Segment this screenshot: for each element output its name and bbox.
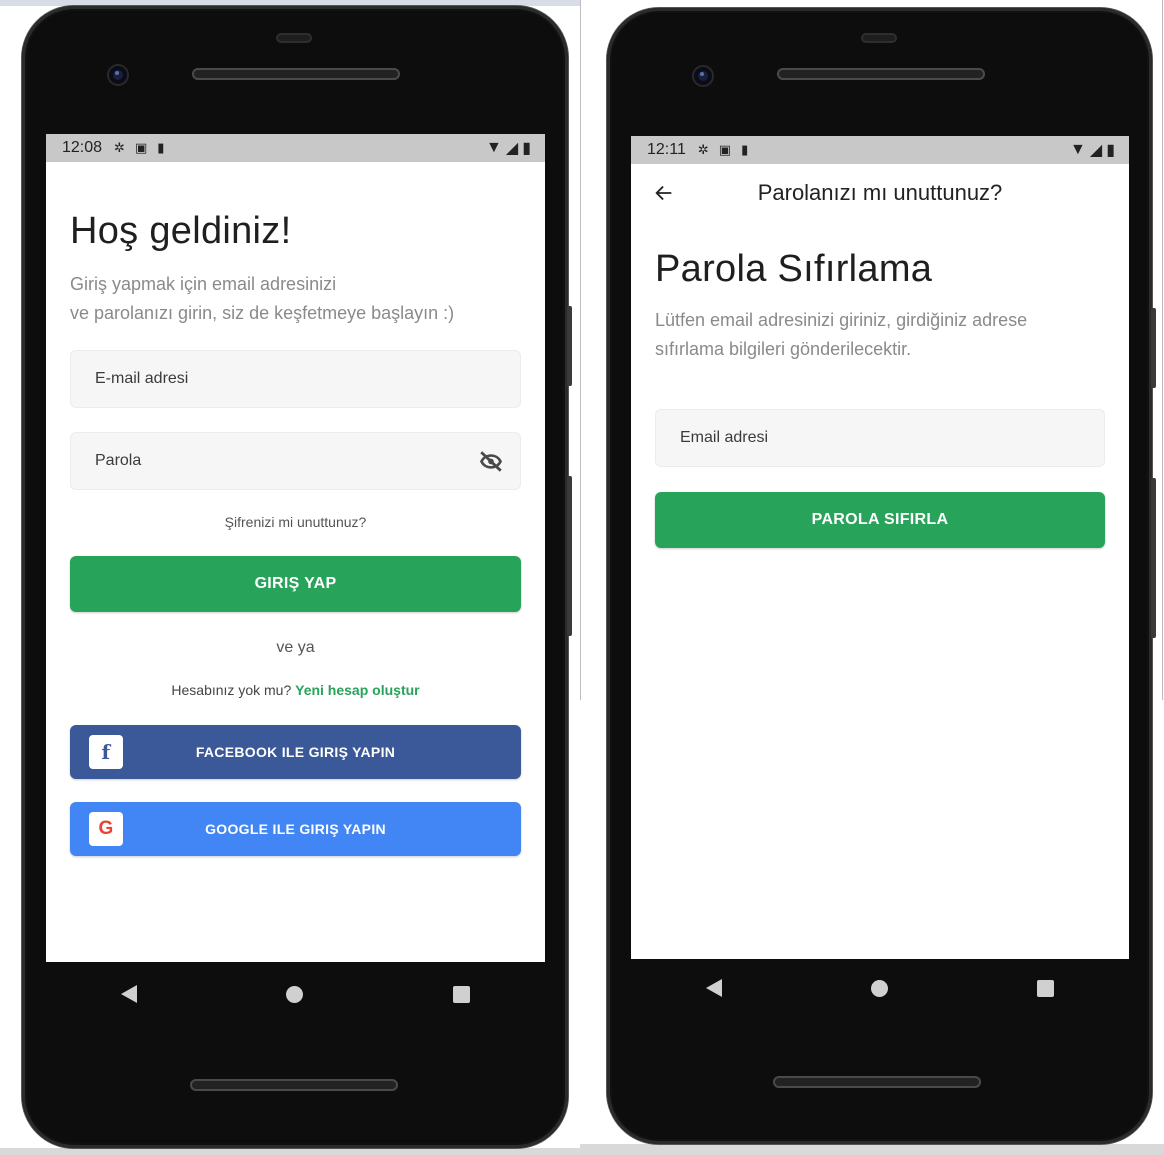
reset-password-button[interactable]: PAROLA SIFIRLA (655, 492, 1105, 548)
divider-line-right (1162, 0, 1163, 700)
forgot-password-link[interactable]: Şifrenizi mi unuttunuz? (46, 514, 545, 530)
wifi-icon: ▼ (1070, 141, 1086, 158)
nav-recents-icon[interactable] (453, 985, 471, 1003)
or-text: ve ya (276, 639, 315, 656)
app-bar: Parolanızı mı unuttunuz? (631, 164, 1129, 220)
sd-card-icon: ▮ (157, 140, 165, 155)
volume-button (1151, 478, 1156, 638)
status-bar: 12:11 ✲ ▣ ▮ ▼ ◢ ▮ (631, 136, 1129, 164)
status-time: 12:11 (647, 141, 686, 158)
signal-icon: ◢ (505, 140, 519, 157)
front-camera-icon (109, 66, 127, 84)
earpiece-speaker (192, 68, 400, 80)
divider-line (580, 0, 581, 700)
status-time: 12:08 (62, 139, 103, 156)
volume-button (567, 476, 572, 636)
email-field[interactable]: Email adresi (655, 409, 1105, 467)
wifi-icon: ▼ (486, 139, 502, 156)
a-icon: ▣ (134, 140, 148, 155)
nav-home-icon[interactable] (286, 985, 304, 1003)
page-title: Parola Sıfırlama (655, 248, 933, 290)
phone-frame-login: 12:08 ✲ ▣ ▮ ▼ ◢ ▮ Hoş geldiniz! Giriş ya… (22, 6, 572, 1148)
power-button (1151, 308, 1156, 388)
android-nav-bar (46, 972, 545, 1016)
phone-frame-reset: 12:11 ✲ ▣ ▮ ▼ ◢ ▮ Parolanızı mı unuttunu… (607, 8, 1156, 1144)
bottom-speaker (773, 1076, 981, 1088)
subtitle-line-2: sıfırlama bilgileri gönderilecektir. (655, 339, 912, 359)
status-bar: 12:08 ✲ ▣ ▮ ▼ ◢ ▮ (46, 134, 545, 162)
subtitle-line-1: Lütfen email adresinizi giriniz, girdiği… (655, 310, 1028, 330)
earpiece-speaker (777, 68, 985, 80)
bottom-speaker (190, 1079, 398, 1091)
password-placeholder: Parola (95, 452, 142, 469)
top-sensor (276, 33, 312, 43)
android-nav-bar (631, 966, 1129, 1010)
facebook-login-button[interactable]: f FACEBOOK ILE GIRIŞ YAPIN (70, 725, 521, 779)
visibility-off-icon[interactable] (478, 449, 504, 475)
bottom-strip-left (0, 1148, 580, 1155)
email-placeholder: E-mail adresi (95, 370, 189, 387)
reset-screen: 12:11 ✲ ▣ ▮ ▼ ◢ ▮ Parolanızı mı unuttunu… (631, 136, 1129, 959)
login-screen: 12:08 ✲ ▣ ▮ ▼ ◢ ▮ Hoş geldiniz! Giriş ya… (46, 134, 545, 962)
bottom-strip-right (580, 1144, 1164, 1155)
app-bar-title: Parolanızı mı unuttunuz? (757, 180, 1003, 205)
password-field[interactable]: Parola (70, 432, 521, 490)
signup-row: Hesabınız yok mu? Yeni hesap oluştur (46, 682, 545, 698)
nav-back-icon[interactable] (120, 985, 137, 1003)
create-account-link[interactable]: Yeni hesap oluştur (295, 682, 419, 698)
google-icon: G (89, 812, 123, 846)
battery-icon: ▮ (1106, 142, 1115, 159)
sd-card-icon: ▮ (741, 142, 749, 157)
page-subtitle: Lütfen email adresinizi giriniz, girdiği… (655, 306, 1027, 364)
email-placeholder: Email adresi (680, 429, 769, 446)
facebook-icon: f (89, 735, 123, 769)
power-button (567, 306, 572, 386)
email-field[interactable]: E-mail adresi (70, 350, 521, 408)
settings-icon: ✲ (697, 142, 709, 157)
subtitle-line-2: ve parolanızı girin, siz de keşfetmeye b… (70, 303, 455, 323)
nav-recents-icon[interactable] (1037, 979, 1055, 997)
login-button[interactable]: GIRIŞ YAP (70, 556, 521, 612)
battery-icon: ▮ (522, 140, 531, 157)
no-account-text: Hesabınız yok mu? (171, 682, 292, 698)
top-sensor (861, 33, 897, 43)
google-login-button[interactable]: G GOOGLE ILE GIRIŞ YAPIN (70, 802, 521, 856)
nav-home-icon[interactable] (870, 979, 888, 997)
front-camera-icon (694, 67, 712, 85)
a-icon: ▣ (718, 142, 732, 157)
google-login-label: GOOGLE ILE GIRIŞ YAPIN (205, 821, 386, 837)
page-title: Hoş geldiniz! (70, 210, 292, 252)
settings-icon: ✲ (114, 140, 125, 155)
subtitle-line-1: Giriş yapmak için email adresinizi (70, 274, 337, 294)
signal-icon: ◢ (1089, 142, 1103, 159)
facebook-login-label: FACEBOOK ILE GIRIŞ YAPIN (195, 744, 396, 760)
page-subtitle: Giriş yapmak için email adresinizi ve pa… (70, 270, 454, 328)
nav-back-icon[interactable] (705, 979, 722, 997)
